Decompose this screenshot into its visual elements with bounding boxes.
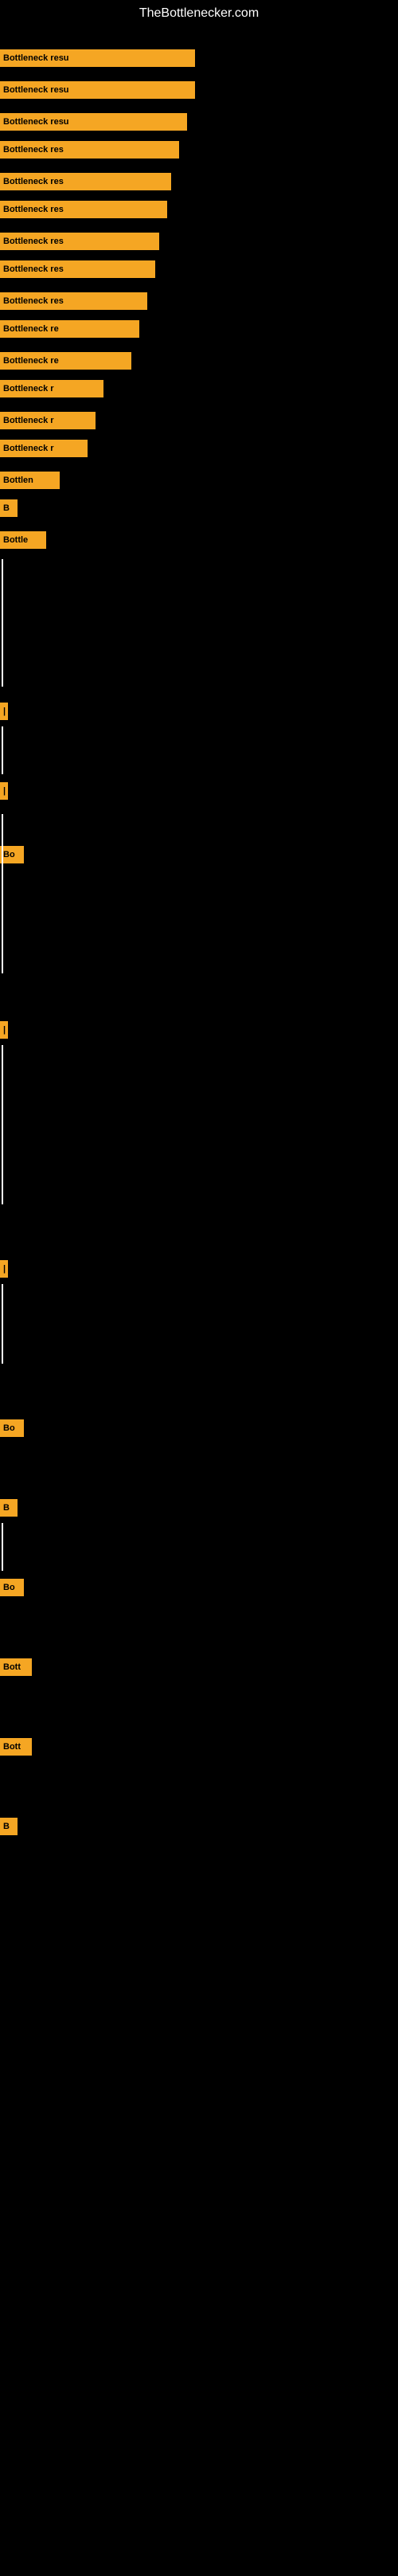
- bottleneck-bar: Bottleneck resu: [0, 113, 187, 131]
- bottleneck-bar: Bott: [0, 1658, 32, 1676]
- bottleneck-bar: B: [0, 1499, 18, 1517]
- bottleneck-bar: B: [0, 1818, 18, 1835]
- vertical-line: [2, 1045, 3, 1204]
- bottleneck-bar: Bottlen: [0, 472, 60, 489]
- bottleneck-bar: Bottleneck res: [0, 292, 147, 310]
- bottleneck-bar: Bo: [0, 846, 24, 863]
- bottleneck-bar: |: [0, 1260, 8, 1278]
- vertical-line: [2, 1523, 3, 1571]
- bottleneck-bar: Bottle: [0, 531, 46, 549]
- bottleneck-bar: Bottleneck r: [0, 412, 96, 429]
- bottleneck-bar: Bottleneck res: [0, 141, 179, 159]
- bottleneck-bar: Bottleneck resu: [0, 81, 195, 99]
- vertical-line: [2, 814, 3, 973]
- bottleneck-bar: Bottleneck res: [0, 201, 167, 218]
- bottleneck-bar: Bottleneck r: [0, 440, 88, 457]
- vertical-line: [2, 1284, 3, 1364]
- bottleneck-bar: |: [0, 1021, 8, 1039]
- bottleneck-bar: Bo: [0, 1579, 24, 1596]
- bottleneck-bar: Bottleneck res: [0, 233, 159, 250]
- bottleneck-bar: Bottleneck res: [0, 173, 171, 190]
- bottleneck-bar: Bottleneck re: [0, 352, 131, 370]
- vertical-line: [2, 559, 3, 687]
- bottleneck-bar: |: [0, 703, 8, 720]
- bottleneck-bar: Bottleneck r: [0, 380, 103, 397]
- bottleneck-bar: Bott: [0, 1738, 32, 1756]
- bottleneck-bar: Bottleneck re: [0, 320, 139, 338]
- bottleneck-bar: Bo: [0, 1419, 24, 1437]
- bottleneck-bar: Bottleneck res: [0, 260, 155, 278]
- site-title: TheBottlenecker.com: [0, 0, 398, 27]
- bottleneck-bar: |: [0, 782, 8, 800]
- bottleneck-bar: Bottleneck resu: [0, 49, 195, 67]
- bottleneck-bar: B: [0, 499, 18, 517]
- vertical-line: [2, 726, 3, 774]
